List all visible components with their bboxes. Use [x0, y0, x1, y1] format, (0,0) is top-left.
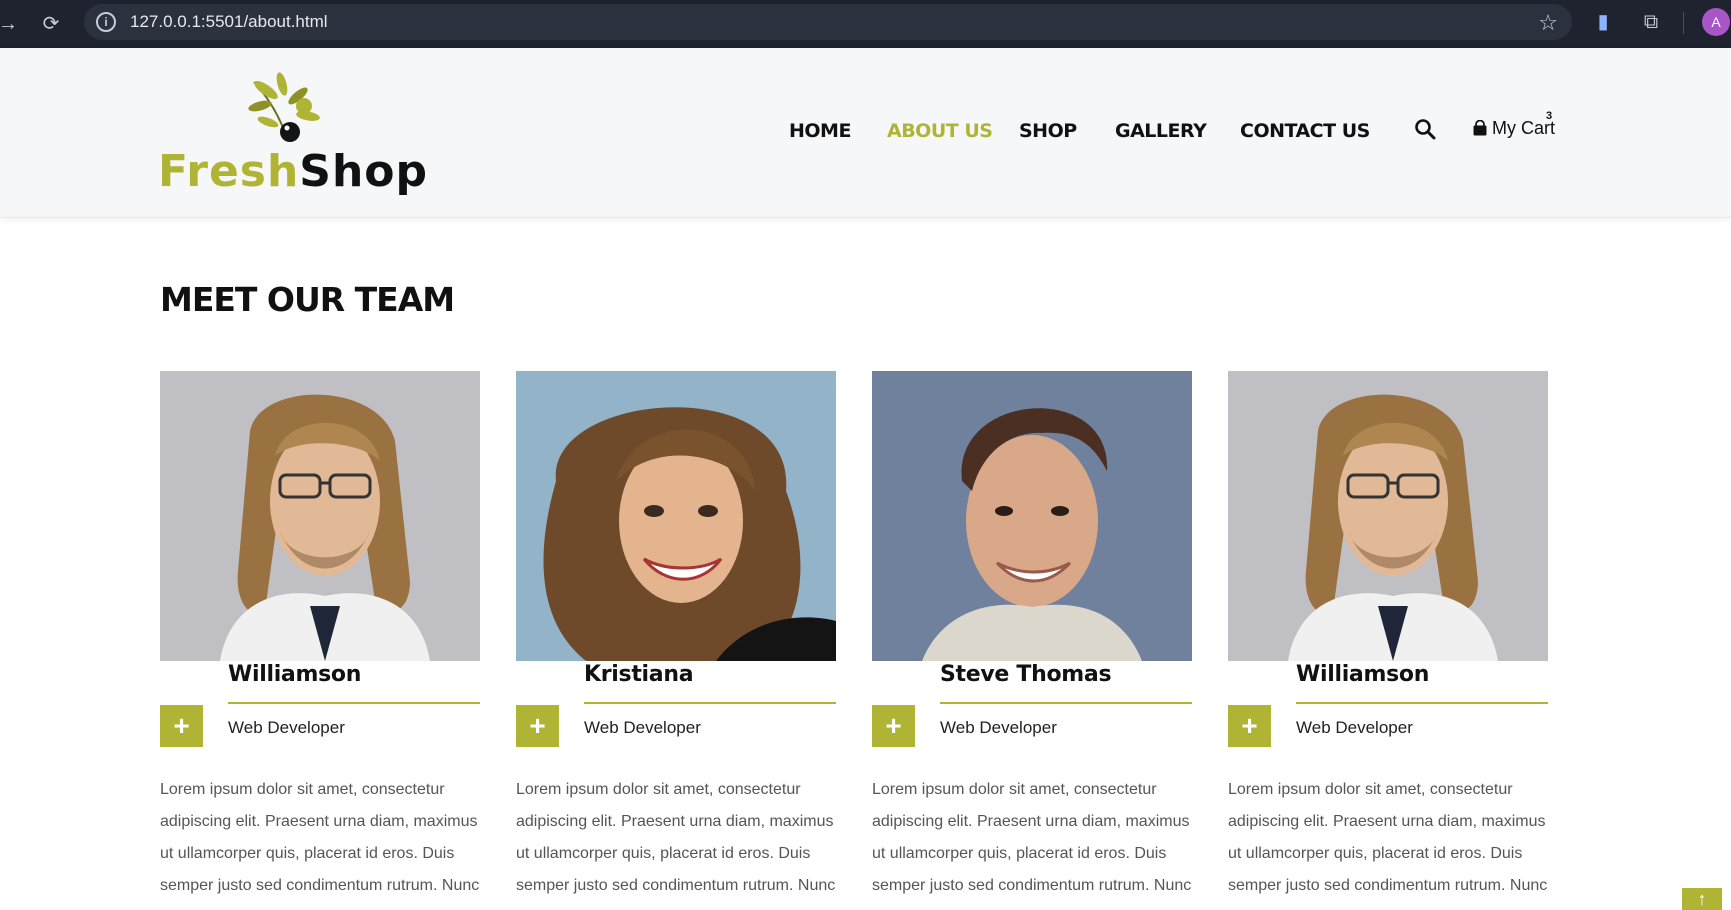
- plus-icon[interactable]: +: [160, 705, 203, 747]
- section-title: MEET OUR TEAM: [160, 280, 455, 319]
- logo-shop: Shop: [299, 146, 429, 197]
- cart-link[interactable]: My Cart 3: [1472, 110, 1555, 139]
- info-icon[interactable]: i: [96, 12, 116, 32]
- member-role: Web Developer: [228, 718, 345, 737]
- name-underline: [584, 702, 836, 704]
- avatar[interactable]: A: [1702, 8, 1730, 36]
- member-name: Steve Thomas: [940, 662, 1112, 687]
- member-photo: [516, 371, 836, 661]
- cart-count-badge: 3: [1546, 110, 1553, 122]
- member-description: Lorem ipsum dolor sit amet, consectetur …: [872, 781, 1192, 910]
- member-description: Lorem ipsum dolor sit amet, consectetur …: [1228, 781, 1548, 910]
- nav-contact-us[interactable]: CONTACT US: [1240, 120, 1370, 142]
- member-description: Lorem ipsum dolor sit amet, consectetur …: [516, 781, 836, 910]
- back-icon[interactable]: →: [0, 6, 26, 42]
- browser-toolbar: → ⟳ i 127.0.0.1:5501/about.html ☆ ▮ ⧉ A: [0, 0, 1731, 48]
- site-header: FreshShop HOME ABOUT US SHOP GALLERY CON…: [0, 48, 1731, 218]
- plus-icon[interactable]: +: [516, 705, 559, 747]
- plus-icon[interactable]: +: [872, 705, 915, 747]
- nav-shop[interactable]: SHOP: [1019, 120, 1077, 142]
- search-icon[interactable]: [1414, 118, 1436, 140]
- back-to-top-button[interactable]: ↑: [1682, 888, 1722, 910]
- extension-icon[interactable]: ▮: [1590, 9, 1616, 35]
- name-underline: [1296, 702, 1548, 704]
- reload-icon[interactable]: ⟳: [33, 6, 69, 42]
- nav-gallery[interactable]: GALLERY: [1115, 120, 1207, 142]
- star-icon[interactable]: ☆: [1538, 10, 1558, 36]
- puzzle-icon[interactable]: ⧉: [1638, 9, 1664, 35]
- toolbar-divider: [1683, 12, 1684, 34]
- olive-branch-icon: [248, 72, 320, 142]
- logo-fresh: Fresh: [158, 146, 300, 197]
- address-bar[interactable]: i 127.0.0.1:5501/about.html ☆: [84, 4, 1572, 40]
- member-role: Web Developer: [1296, 718, 1413, 737]
- logo-text: FreshShop: [158, 146, 428, 197]
- member-name: Williamson: [228, 662, 362, 687]
- url-text[interactable]: 127.0.0.1:5501/about.html: [130, 12, 328, 32]
- shopping-bag-icon: [1473, 120, 1487, 136]
- plus-icon[interactable]: +: [1228, 705, 1271, 747]
- nav-about-us[interactable]: ABOUT US: [887, 120, 993, 142]
- member-role: Web Developer: [940, 718, 1057, 737]
- logo[interactable]: FreshShop: [158, 70, 427, 200]
- member-photo: [160, 371, 480, 661]
- name-underline: [940, 702, 1192, 704]
- arrow-up-icon: ↑: [1697, 889, 1707, 909]
- member-description: Lorem ipsum dolor sit amet, consectetur …: [160, 781, 480, 910]
- member-name: Williamson: [1296, 662, 1430, 687]
- nav-home[interactable]: HOME: [789, 120, 851, 142]
- member-role: Web Developer: [584, 718, 701, 737]
- member-photo: [1228, 371, 1548, 661]
- name-underline: [228, 702, 480, 704]
- member-photo: [872, 371, 1192, 661]
- member-name: Kristiana: [584, 662, 694, 687]
